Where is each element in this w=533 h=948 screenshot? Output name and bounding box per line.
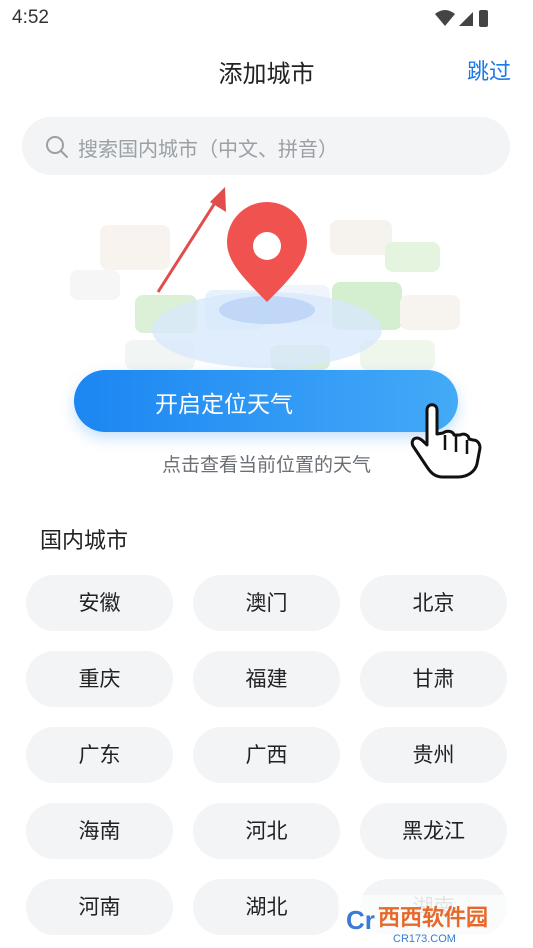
search-placeholder: 搜索国内城市（中文、拼音） [78,137,338,161]
city-chip[interactable]: 湖北 [193,879,340,935]
city-chip[interactable]: 甘肃 [360,651,507,707]
city-chip[interactable]: 贵州 [360,727,507,783]
title-bar: 添加城市 跳过 [0,44,533,94]
watermark-logo: 西西软件园 CR173.COM Cr [338,895,533,948]
city-chip[interactable]: 安徽 [26,575,173,631]
skip-button[interactable]: 跳过 [467,54,511,86]
city-chip[interactable]: 重庆 [26,651,173,707]
status-icons [435,10,488,27]
location-hint: 点击查看当前位置的天气 [161,454,371,476]
city-chip[interactable]: 海南 [26,803,173,859]
svg-text:CR173.COM: CR173.COM [393,933,456,945]
search-icon [46,136,68,158]
location-illustration [70,187,460,370]
svg-text:Cr: Cr [346,905,375,935]
battery-icon [479,10,488,27]
city-chip[interactable]: 黑龙江 [360,803,507,859]
status-time: 4:52 [12,7,49,28]
enable-location-button[interactable]: 开启定位天气 [74,370,458,432]
city-chip[interactable]: 北京 [360,575,507,631]
wifi-icon [435,10,455,26]
signal-icon [459,12,473,26]
city-chip[interactable]: 河北 [193,803,340,859]
city-chip[interactable]: 广东 [26,727,173,783]
search-input[interactable]: 搜索国内城市（中文、拼音） [22,117,510,175]
status-bar: 4:52 [0,0,533,36]
city-chip[interactable]: 河南 [26,879,173,935]
section-title-domestic: 国内城市 [40,529,129,554]
city-chip[interactable]: 广西 [193,727,340,783]
city-chip[interactable]: 福建 [193,651,340,707]
city-chip[interactable]: 澳门 [193,575,340,631]
svg-text:西西软件园: 西西软件园 [378,905,488,930]
enable-location-label: 开启定位天气 [155,392,293,418]
page-title: 添加城市 [218,60,315,88]
